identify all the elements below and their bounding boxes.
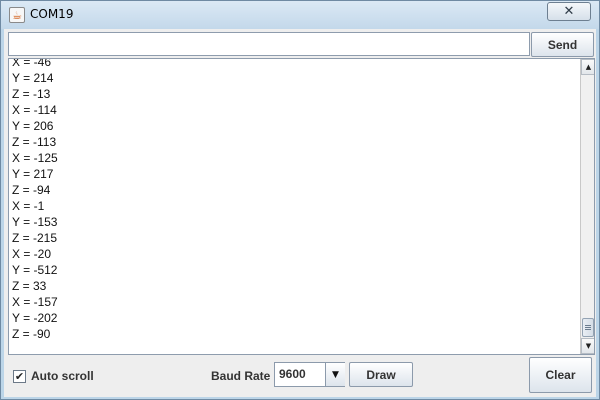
output-line: Y = 206 [12,119,54,133]
chevron-down-icon: ▼ [332,369,339,380]
output-line: Y = 214 [12,71,54,85]
output-line: X = -157 [12,295,58,309]
output-line: Y = -202 [12,311,58,325]
serial-monitor-window: ☕ COM19 ✕ Send X = -46 Y = 214 Z = -13 X = … [0,0,600,400]
arrow-up-icon: ▲ [585,63,592,71]
arrow-down-icon: ▼ [585,342,592,350]
output-line: Y = -153 [12,215,58,229]
output-line: X = -46 [12,58,52,69]
bottom-toolbar: ✔ Auto scroll Baud Rate 9600 ▼ Draw Clea… [4,356,596,397]
output-line: X = -125 [12,151,58,165]
clear-button[interactable]: Clear [529,357,592,393]
vertical-scrollbar[interactable]: ▲ ▼ [580,59,594,354]
scroll-thumb[interactable] [582,318,594,337]
send-input[interactable] [8,32,530,56]
dropdown-arrow-button[interactable]: ▼ [325,363,345,386]
baud-rate-label: Baud Rate [211,369,271,383]
output-line: X = -1 [12,199,45,213]
send-button[interactable]: Send [531,32,594,57]
autoscroll-checkbox[interactable]: ✔ [13,370,26,383]
output-lines: X = -46 Y = 214 Z = -13 X = -114 Y = 206 Z = … [12,58,572,342]
close-button[interactable]: ✕ [547,2,591,21]
scroll-down-button[interactable]: ▼ [581,338,594,354]
close-icon: ✕ [563,4,575,19]
output-line: Z = -113 [12,135,57,149]
client-area: Send X = -46 Y = 214 Z = -13 X = -114 Y = 20… [4,29,596,397]
grip-icon [585,325,591,330]
baud-rate-value: 9600 [279,367,306,381]
output-line: Z = -94 [12,183,51,197]
output-line: Y = 217 [12,167,54,181]
java-cup-icon: ☕ [9,7,25,23]
autoscroll-label[interactable]: Auto scroll [31,369,94,383]
scroll-up-button[interactable]: ▲ [581,59,594,75]
output-line: X = -114 [12,103,57,117]
window-title: COM19 [30,7,74,21]
serial-output-area[interactable]: X = -46 Y = 214 Z = -13 X = -114 Y = 206 Z = … [8,58,595,355]
baud-rate-select[interactable]: 9600 ▼ [274,362,345,387]
output-line: Z = -215 [12,231,58,245]
output-line: Z = -90 [12,327,51,341]
output-line: X = -20 [12,247,52,261]
checkmark-icon: ✔ [14,370,25,383]
output-line: Y = -512 [12,263,58,277]
output-line: Z = -13 [12,87,51,101]
title-bar[interactable]: ☕ COM19 ✕ [1,1,599,29]
draw-button[interactable]: Draw [349,362,413,387]
output-line: Z = 33 [12,279,47,293]
